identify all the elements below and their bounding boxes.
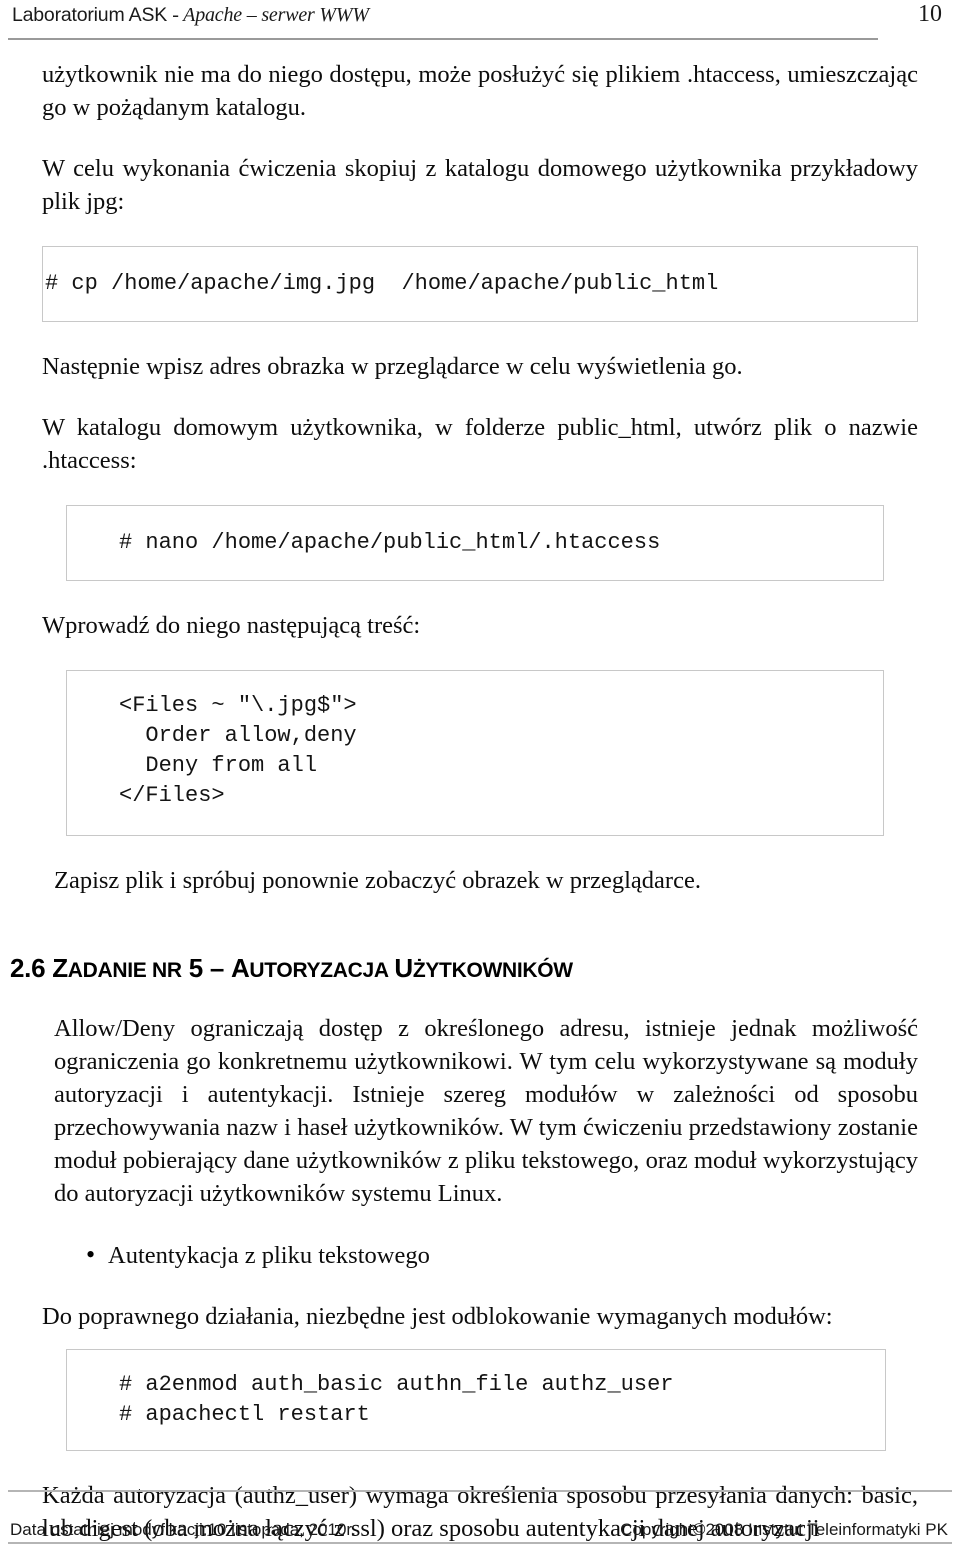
code-block-copy-command: # cp /home/apache/img.jpg /home/apache/p…: [42, 246, 918, 322]
heading-word4-cap: U: [394, 953, 413, 983]
header-title-plain: Laboratorium ASK: [12, 4, 168, 26]
heading-number2: 5: [188, 953, 203, 983]
heading-word2: NR: [152, 959, 182, 982]
bullet-list-item-1: • Autentykacja z pliku tekstowego: [86, 1238, 918, 1272]
header-title-italic: - Apache – serwer WWW: [172, 4, 369, 26]
heading-word1-cap: Z: [52, 953, 68, 983]
paragraph-7: Allow/Deny ograniczają dostęp z określon…: [54, 1015, 918, 1207]
paragraph-8: Do poprawnego działania, niezbędne jest …: [42, 1303, 833, 1330]
heading-dash: –: [209, 953, 224, 983]
paragraph-4: W katalogu domowym użytkownika, w folder…: [42, 414, 918, 474]
heading-word1-rest: ADANIE: [67, 959, 147, 982]
bullet-label: Autentykacja z pliku tekstowego: [108, 1242, 430, 1269]
heading-number: 2.6: [10, 953, 46, 983]
heading-word3-rest: UTORYZACJA: [249, 959, 389, 982]
paragraph-5: Wprowadź do niego następującą treść:: [42, 612, 421, 639]
heading-word4-rest: ŻYTKOWNIKÓW: [412, 959, 573, 982]
section-heading-2-6: 2.6 ZADANIE NR 5 – AUTORYZACJA UŻYTKOWNI…: [10, 953, 918, 984]
code-block-files-directive: <Files ~ "\.jpg$"> Order allow,deny Deny…: [66, 670, 884, 836]
footer-divider-top: [8, 1490, 952, 1492]
header-divider: [8, 38, 878, 40]
code-block-a2enmod-command: # a2enmod auth_basic authn_file authz_us…: [66, 1349, 886, 1451]
heading-word3-cap: A: [230, 953, 250, 983]
paragraph-2: W celu wykonania ćwiczenia skopiuj z kat…: [42, 155, 918, 215]
footer-copyright: Copyright©2008 Instytut Teleinformatyki …: [620, 1520, 948, 1539]
code-block-nano-command: # nano /home/apache/public_html/.htacces…: [66, 505, 884, 581]
header-title: Laboratorium ASK - Apache – serwer WWW: [12, 4, 369, 27]
document-content: użytkownik nie ma do niego dostępu, może…: [10, 58, 918, 1545]
bullet-icon: •: [86, 1240, 96, 1269]
paragraph-6: Zapisz plik i spróbuj ponownie zobaczyć …: [54, 867, 701, 894]
paragraph-1: użytkownik nie ma do niego dostępu, może…: [42, 61, 918, 121]
page-number: 10: [918, 1, 942, 27]
document-page: Laboratorium ASK - Apache – serwer WWW 1…: [0, 0, 960, 1552]
page-footer: Data ostatniej modyfikacji:10 listopada,…: [0, 1490, 960, 1552]
paragraph-3: Następnie wpisz adres obrazka w przegląd…: [42, 353, 743, 380]
page-header: Laboratorium ASK - Apache – serwer WWW 1…: [0, 0, 960, 46]
footer-modification-date: Data ostatniej modyfikacji:10 listopada,…: [10, 1520, 356, 1539]
footer-divider-bottom: [8, 1542, 952, 1544]
